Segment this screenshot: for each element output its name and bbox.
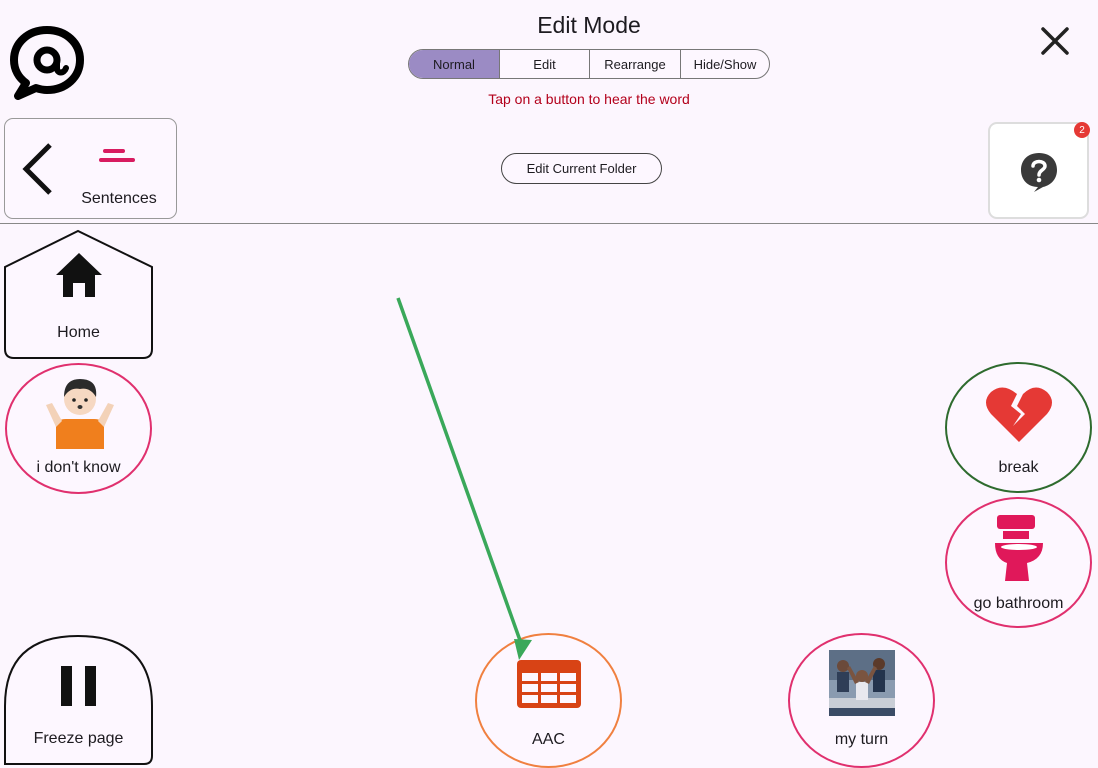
notification-badge: 2 [1074, 122, 1090, 138]
toolbar-divider [0, 223, 1098, 224]
mode-selector: Normal Edit Rearrange Hide/Show [408, 49, 770, 79]
mode-hint-text: Tap on a button to hear the word [488, 91, 690, 107]
break-label: break [998, 459, 1039, 476]
freeze-page-tile[interactable]: Freeze page [3, 634, 154, 766]
edit-current-folder-button[interactable]: Edit Current Folder [501, 153, 662, 184]
back-chevron-icon[interactable] [20, 143, 56, 195]
app-logo-icon [8, 24, 86, 100]
freeze-page-label: Freeze page [33, 730, 124, 747]
mode-rearrange-button[interactable]: Rearrange [590, 50, 681, 78]
folder-back-card[interactable]: Sentences [4, 118, 177, 219]
aac-tile[interactable]: AAC [475, 633, 622, 768]
i-dont-know-label: i don't know [36, 459, 121, 476]
home-label: Home [57, 324, 100, 341]
home-tile[interactable]: Home [3, 229, 154, 360]
broken-heart-icon [985, 384, 1053, 444]
help-button[interactable] [988, 122, 1089, 219]
shrug-person-icon [44, 375, 116, 451]
aac-label: AAC [532, 731, 565, 748]
mode-edit-button[interactable]: Edit [500, 50, 590, 78]
break-tile[interactable]: break [945, 362, 1092, 493]
mode-normal-button[interactable]: Normal [409, 50, 500, 78]
go-bathroom-label: go bathroom [973, 595, 1064, 612]
sentences-icon [99, 149, 137, 165]
folder-name-label: Sentences [81, 190, 157, 207]
my-turn-label: my turn [834, 731, 889, 748]
help-question-icon [1019, 151, 1059, 193]
go-bathroom-tile[interactable]: go bathroom [945, 497, 1092, 628]
my-turn-photo [829, 650, 895, 716]
i-dont-know-tile[interactable]: i don't know [5, 363, 152, 494]
page-title: Edit Mode [537, 12, 641, 38]
close-icon[interactable] [1038, 24, 1072, 58]
my-turn-tile[interactable]: my turn [788, 633, 935, 768]
pause-icon [61, 666, 97, 706]
toilet-icon [993, 515, 1045, 583]
table-grid-icon [516, 659, 582, 709]
mode-hide-show-button[interactable]: Hide/Show [681, 50, 769, 78]
home-icon [54, 251, 104, 299]
